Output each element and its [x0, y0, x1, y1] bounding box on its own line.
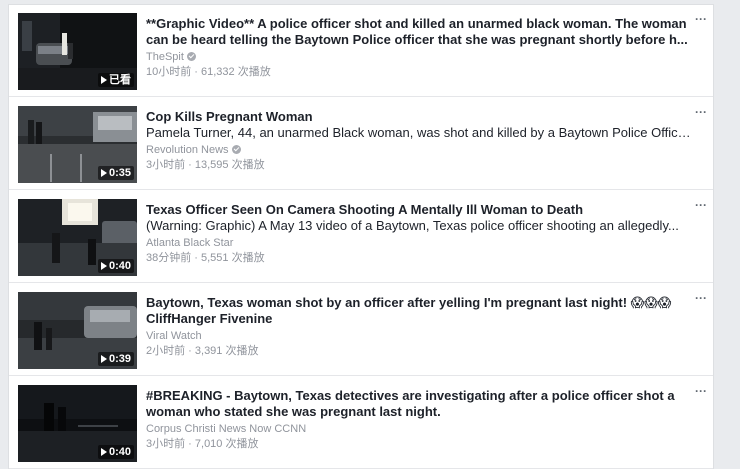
video-thumbnail[interactable]: 0:40 [18, 199, 137, 276]
play-icon [100, 168, 107, 177]
source-name[interactable]: Revolution News [146, 144, 229, 156]
video-title[interactable]: **Graphic Video** A police officer shot … [146, 16, 694, 48]
play-icon [101, 75, 107, 84]
video-source[interactable]: Viral Watch [146, 329, 694, 344]
play-icon [100, 261, 107, 270]
more-options-icon[interactable]: ··· [695, 13, 707, 25]
video-source[interactable]: TheSpit [146, 50, 694, 65]
duration-label: 0:40 [108, 260, 131, 272]
video-title[interactable]: Cop Kills Pregnant Woman [146, 109, 694, 125]
verified-badge-icon [186, 52, 196, 61]
duration-label: 0:39 [108, 353, 131, 365]
video-thumbnail[interactable]: 0:39 [18, 292, 137, 369]
duration-label: 0:35 [108, 167, 131, 179]
duration-badge: 0:40 [97, 259, 134, 273]
verified-badge-icon [231, 145, 241, 154]
source-name[interactable]: Atlanta Black Star [146, 237, 233, 249]
more-options-icon[interactable]: ··· [695, 106, 707, 118]
duration-label: 已看 [109, 74, 131, 86]
watched-badge: 已看 [98, 73, 134, 87]
source-name[interactable]: Viral Watch [146, 330, 202, 342]
video-result-item[interactable]: 0:39 Baytown, Texas woman shot by an off… [9, 284, 713, 376]
more-options-icon[interactable]: ··· [695, 385, 707, 397]
video-meta: 10小时前 · 61,332 次播放 [146, 66, 271, 78]
video-result-item[interactable]: 0:40 #BREAKING - Baytown, Texas detectiv… [9, 377, 713, 469]
video-meta: 3小时前 · 7,010 次播放 [146, 438, 259, 450]
video-thumbnail[interactable]: 0:35 [18, 106, 137, 183]
duration-label: 0:40 [108, 446, 131, 458]
duration-badge: 0:35 [97, 166, 134, 180]
more-options-icon[interactable]: ··· [695, 292, 707, 304]
video-result-item[interactable]: 已看 **Graphic Video** A police officer sh… [9, 5, 713, 97]
video-results-feed: 已看 **Graphic Video** A police officer sh… [8, 4, 714, 469]
video-result-item[interactable]: 0:35 Cop Kills Pregnant Woman Pamela Tur… [9, 98, 713, 190]
video-meta: 3小时前 · 13,595 次播放 [146, 159, 265, 171]
duration-badge: 0:40 [97, 445, 134, 459]
video-source[interactable]: Revolution News [146, 143, 694, 158]
video-thumbnail[interactable]: 0:40 [18, 385, 137, 462]
video-description: Pamela Turner, 44, an unarmed Black woma… [146, 125, 694, 140]
video-source[interactable]: Corpus Christi News Now CCNN [146, 422, 694, 437]
video-thumbnail[interactable]: 已看 [18, 13, 137, 90]
video-result-item[interactable]: 0:40 Texas Officer Seen On Camera Shooti… [9, 191, 713, 283]
video-title[interactable]: #BREAKING - Baytown, Texas detectives ar… [146, 388, 694, 420]
video-meta: 2小时前 · 3,391 次播放 [146, 345, 259, 357]
play-icon [100, 447, 107, 456]
video-description: (Warning: Graphic) A May 13 video of a B… [146, 218, 679, 233]
more-options-icon[interactable]: ··· [695, 199, 707, 211]
video-meta: 38分钟前 · 5,551 次播放 [146, 252, 265, 264]
video-title[interactable]: Texas Officer Seen On Camera Shooting A … [146, 202, 694, 218]
source-name[interactable]: TheSpit [146, 51, 184, 63]
duration-badge: 0:39 [97, 352, 134, 366]
play-icon [100, 354, 107, 363]
video-title[interactable]: Baytown, Texas woman shot by an officer … [146, 295, 694, 327]
video-source[interactable]: Atlanta Black Star [146, 236, 694, 251]
source-name[interactable]: Corpus Christi News Now CCNN [146, 423, 306, 435]
